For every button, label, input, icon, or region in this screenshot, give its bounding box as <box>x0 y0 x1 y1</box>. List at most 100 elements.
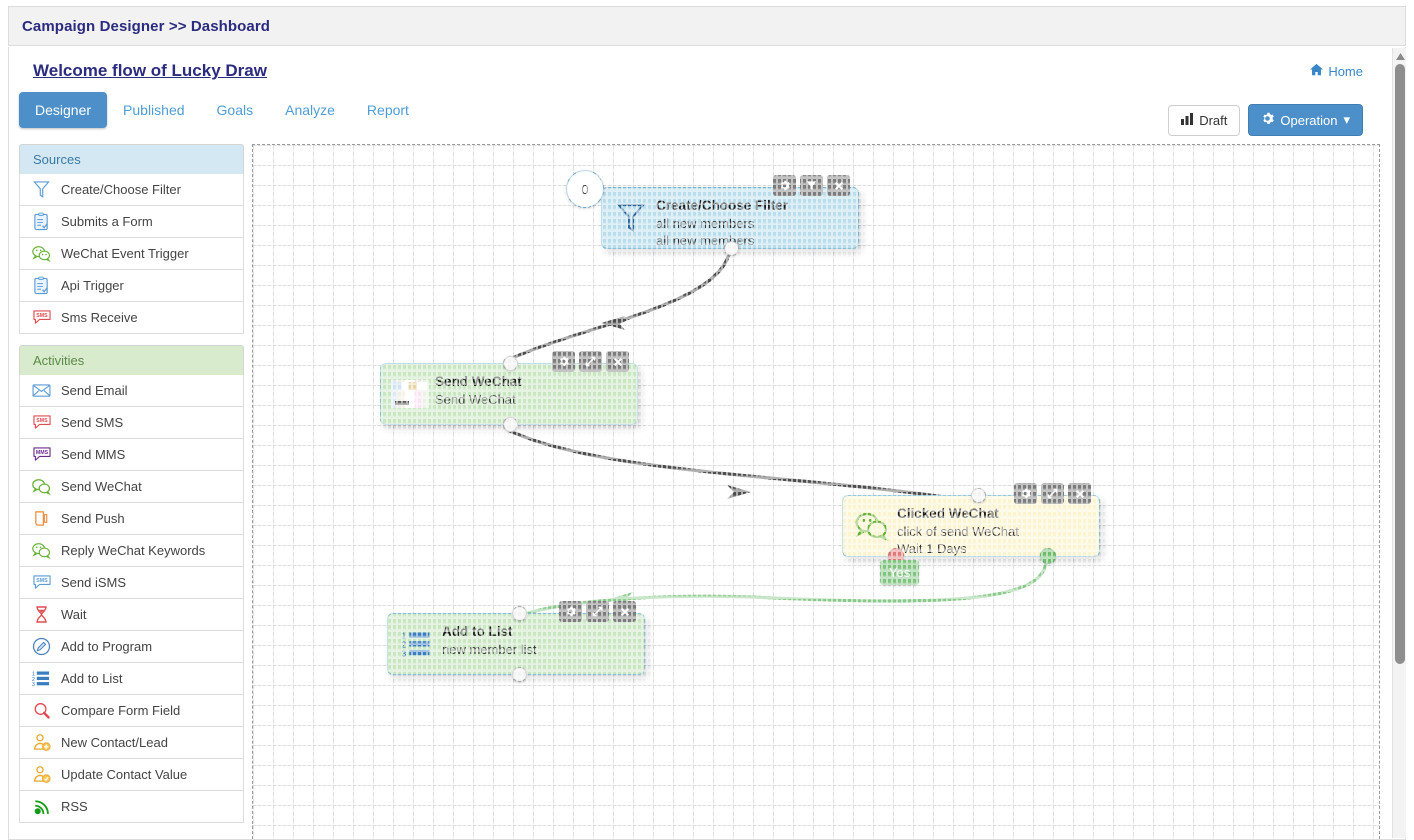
connector-label-yes[interactable]: Yes <box>880 560 920 585</box>
page-scrollbar[interactable] <box>1392 48 1406 838</box>
sidebar-item-add-to-program[interactable]: Add to Program <box>19 631 244 663</box>
sidebar-item-rss[interactable]: RSS <box>19 791 244 823</box>
sidebar-item-new-contact-lead[interactable]: New Contact/Lead <box>19 727 244 759</box>
close-icon[interactable] <box>613 601 636 622</box>
sidebar-item-sms-receive[interactable]: SMS Sms Receive <box>19 302 244 334</box>
gear-icon[interactable] <box>1014 483 1037 504</box>
operation-button[interactable]: Operation ▾ <box>1248 104 1363 136</box>
expand-icon[interactable] <box>579 351 602 372</box>
close-icon[interactable] <box>827 175 850 196</box>
activities-panel: Activities Send Email SMS Send SMS MMS S… <box>19 345 244 823</box>
sidebar-item-label: Send MMS <box>61 447 126 462</box>
node-toolbar <box>559 601 636 622</box>
pencil-circle-icon <box>31 637 52 657</box>
sidebar-item-label: Send WeChat <box>61 479 142 494</box>
svg-text:3: 3 <box>401 648 406 658</box>
hourglass-icon <box>31 605 52 625</box>
sidebar-item-add-to-list[interactable]: 1 2 3 Add to List <box>19 663 244 695</box>
svg-text:SMS: SMS <box>36 313 48 319</box>
operation-label: Operation <box>1280 112 1338 128</box>
form-icon <box>31 276 52 296</box>
gear-icon[interactable] <box>559 601 582 622</box>
sidebar-item-send-wechat[interactable]: Send WeChat <box>19 471 244 503</box>
tab-published[interactable]: Published <box>107 92 201 128</box>
sidebar-item-label: Wait <box>61 607 87 622</box>
sidebar-item-send-push[interactable]: Send Push <box>19 503 244 535</box>
wechat-icon <box>853 509 891 543</box>
mms-icon: MMS <box>31 445 52 465</box>
sidebar-item-wait[interactable]: Wait <box>19 599 244 631</box>
scrollbar-thumb[interactable] <box>1395 64 1405 664</box>
tab-designer[interactable]: Designer <box>19 92 108 128</box>
node-send-wechat[interactable]: Send WeChat Send WeChat <box>380 351 638 432</box>
node-title: Create/Choose Filter <box>656 198 789 213</box>
form-icon <box>31 212 52 232</box>
envelope-icon <box>31 381 52 401</box>
node-subtitle-1: new member list <box>442 642 537 657</box>
flow-canvas[interactable]: 0 Create/Choose Filter all new members a… <box>252 144 1380 839</box>
page-title[interactable]: Welcome flow of Lucky Draw <box>33 61 267 81</box>
connector-sendwechat-to-clicked <box>506 428 972 503</box>
sidebar-item-submits-a-form[interactable]: Submits a Form <box>19 206 244 238</box>
node-port-in[interactable] <box>971 488 986 503</box>
node-port-out[interactable] <box>724 241 739 256</box>
sidebar-item-label: WeChat Event Trigger <box>61 246 189 261</box>
svg-text:MMS: MMS <box>35 450 48 456</box>
sidebar-item-compare-form-field[interactable]: Compare Form Field <box>19 695 244 727</box>
sidebar-item-label: Send Email <box>61 383 128 398</box>
content-panel: Welcome flow of Lucky Draw Home Designer… <box>8 47 1406 840</box>
tab-report[interactable]: Report <box>351 92 425 128</box>
sidebar-item-api-trigger[interactable]: Api Trigger <box>19 270 244 302</box>
numbered-list-icon: 1 2 3 <box>31 669 52 689</box>
node-create-choose-filter[interactable]: 0 Create/Choose Filter all new members a… <box>566 170 859 256</box>
node-title: Add to List <box>442 624 513 639</box>
gear-icon[interactable] <box>773 175 796 196</box>
node-port-out[interactable] <box>512 667 527 682</box>
isms-icon: SMS <box>31 573 52 593</box>
sidebar-item-label: Submits a Form <box>61 214 153 229</box>
sidebar-item-send-sms[interactable]: SMS Send SMS <box>19 407 244 439</box>
svg-text:3: 3 <box>32 682 35 687</box>
node-add-to-list[interactable]: 1 2 3 Add to List new member list <box>387 601 645 682</box>
sidebar-item-send-email[interactable]: Send Email <box>19 375 244 407</box>
funnel-icon <box>31 180 52 200</box>
sidebar: Sources Create/Choose Filter Submits a F <box>19 144 244 839</box>
sidebar-item-label: Send iSMS <box>61 575 127 590</box>
close-icon[interactable] <box>606 351 629 372</box>
sidebar-item-reply-wechat-keywords[interactable]: Reply WeChat Keywords <box>19 535 244 567</box>
tab-goals[interactable]: Goals <box>201 92 270 128</box>
node-title: Clicked WeChat <box>897 506 999 521</box>
tab-analyze[interactable]: Analyze <box>269 92 351 128</box>
expand-icon[interactable] <box>586 601 609 622</box>
breadcrumb-bar: Campaign Designer >> Dashboard <box>8 6 1406 46</box>
wechat-icon <box>31 244 52 264</box>
sidebar-item-label: Sms Receive <box>61 310 138 325</box>
sidebar-item-label: Create/Choose Filter <box>61 182 181 197</box>
scroll-up-arrow-icon[interactable] <box>1394 50 1406 62</box>
tab-bar: Designer Published Goals Analyze Report <box>19 92 425 128</box>
close-icon[interactable] <box>1068 483 1091 504</box>
funnel-icon[interactable] <box>800 175 823 196</box>
draft-button[interactable]: Draft <box>1168 104 1241 136</box>
expand-icon[interactable] <box>1041 483 1064 504</box>
sidebar-item-wechat-event-trigger[interactable]: WeChat Event Trigger <box>19 238 244 270</box>
sms-icon: SMS <box>31 308 52 328</box>
home-link[interactable]: Home <box>1310 63 1363 79</box>
magnifier-icon <box>31 701 52 721</box>
node-port-in[interactable] <box>503 356 518 371</box>
node-badge-count: 0 <box>566 170 604 208</box>
node-port-yes[interactable] <box>1040 548 1056 564</box>
gear-icon[interactable] <box>552 351 575 372</box>
sidebar-item-send-mms[interactable]: MMS Send MMS <box>19 439 244 471</box>
node-port-out[interactable] <box>503 417 518 432</box>
node-toolbar <box>773 175 850 196</box>
node-clicked-wechat[interactable]: Clicked WeChat click of send WeChat Wait… <box>842 483 1100 564</box>
user-edit-icon <box>31 765 52 785</box>
sidebar-item-label: New Contact/Lead <box>61 735 168 750</box>
sidebar-item-update-contact-value[interactable]: Update Contact Value <box>19 759 244 791</box>
sidebar-item-create-choose-filter[interactable]: Create/Choose Filter <box>19 174 244 206</box>
node-port-in[interactable] <box>512 606 527 621</box>
node-title: Send WeChat <box>435 374 522 389</box>
gear-icon <box>1261 112 1275 128</box>
sidebar-item-send-isms[interactable]: SMS Send iSMS <box>19 567 244 599</box>
